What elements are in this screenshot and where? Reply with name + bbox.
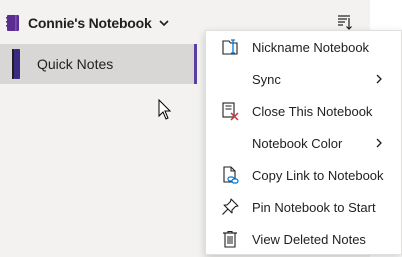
menu-item-close-notebook[interactable]: Close This Notebook [206,95,402,127]
menu-item-view-deleted-notes[interactable]: View Deleted Notes [206,223,402,255]
menu-item-copy-link[interactable]: Copy Link to Notebook [206,159,402,191]
menu-item-label: Copy Link to Notebook [252,168,384,183]
sort-icon[interactable] [334,12,354,32]
nickname-icon [222,39,238,55]
chevron-down-icon [159,20,169,27]
menu-item-label: Pin Notebook to Start [252,200,376,215]
menu-item-label: Close This Notebook [252,104,373,119]
section-selection-edge [194,44,197,84]
section-item-quick-notes[interactable]: Quick Notes [0,44,196,84]
menu-item-nickname-notebook[interactable]: Nickname Notebook [206,31,402,63]
menu-item-label: Sync [252,72,281,87]
close-notebook-icon [222,102,239,121]
mouse-pointer-icon [158,99,172,120]
menu-item-sync[interactable]: Sync [206,63,402,95]
menu-item-label: Notebook Color [252,136,343,151]
trash-icon [223,230,237,248]
notebook-title: Connie's Notebook [28,15,152,31]
notebook-selector[interactable]: Connie's Notebook [6,10,170,36]
notebook-context-menu: Nickname Notebook Sync Close This Notebo… [205,30,402,255]
notebook-icon [6,15,19,31]
menu-item-label: View Deleted Notes [252,232,366,247]
chevron-right-icon [376,74,382,84]
menu-item-pin-notebook[interactable]: Pin Notebook to Start [206,191,402,223]
chevron-right-icon [376,138,382,148]
pin-icon [222,198,239,215]
section-label: Quick Notes [37,56,114,72]
section-color-tab [12,49,20,79]
menu-item-label: Nickname Notebook [252,40,370,55]
copy-link-icon [223,166,239,184]
menu-item-notebook-color[interactable]: Notebook Color [206,127,402,159]
